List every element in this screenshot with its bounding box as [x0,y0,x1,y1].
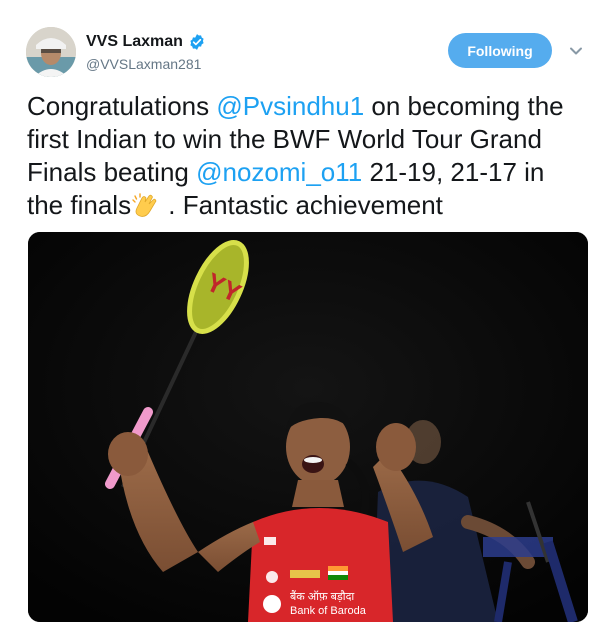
mention-link-pvsindhu[interactable]: @Pvsindhu1 [216,91,364,121]
chevron-down-icon[interactable] [568,44,584,58]
tweet-text-part: Congratulations [27,91,217,121]
avatar-image [26,27,76,77]
author-handle[interactable]: @VVSLaxman281 [86,56,206,72]
mention-link-nozomi[interactable]: @nozomi_o11 [196,157,362,187]
author-name-row: VVS Laxman [86,33,206,51]
jersey-sponsor-hindi: बैंक ऑफ़ बड़ौदा [290,590,354,603]
tweet-text: Congratulations @Pvsindhu1 on becoming t… [27,90,587,222]
author-name[interactable]: VVS Laxman [86,33,183,51]
author-avatar[interactable] [26,27,76,77]
following-button[interactable]: Following [448,33,552,68]
photo-badminton-celebration: YY बैंक ऑफ़ बड़ौदा Bank of Baroda [28,232,588,622]
jersey-sponsor-english: Bank of Baroda [290,605,367,617]
tweet-text-part: . Fantastic achievement [161,190,443,220]
tweet-photo[interactable]: YY बैंक ऑफ़ बड़ौदा Bank of Baroda [28,232,588,622]
tweet-card: VVS Laxman @VVSLaxman281 Following Congr… [0,0,597,630]
verified-badge-icon [188,33,206,51]
clapping-hands-emoji-icon [131,192,161,220]
author-block: VVS Laxman @VVSLaxman281 [86,33,206,72]
